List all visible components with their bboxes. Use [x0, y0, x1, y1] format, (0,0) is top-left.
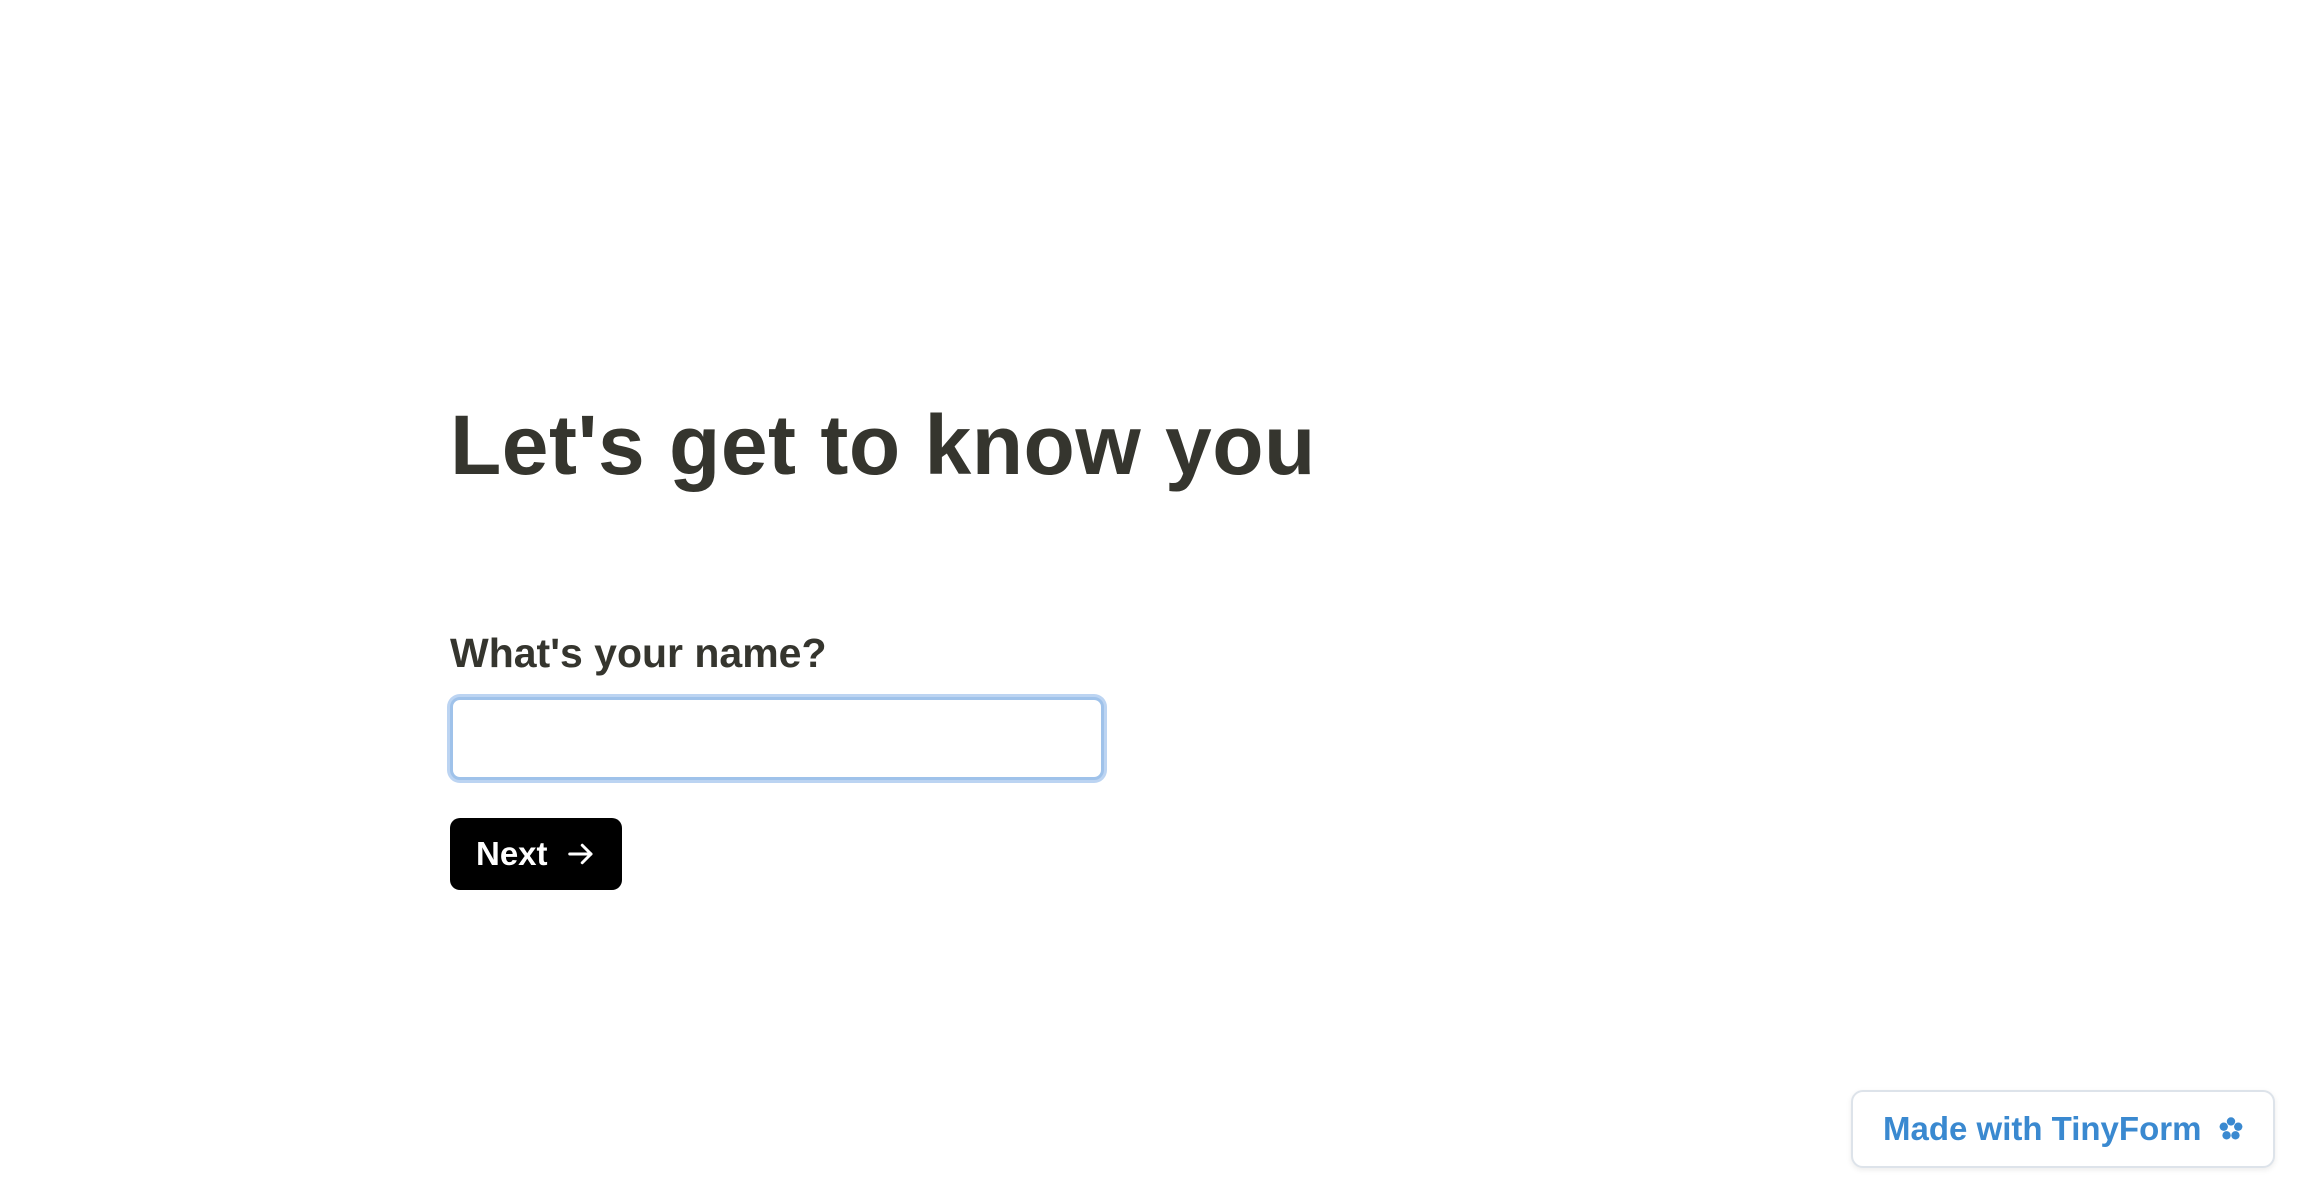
made-with-tinyform-badge[interactable]: Made with TinyForm: [1851, 1090, 2276, 1168]
arrow-right-icon: [567, 843, 593, 865]
badge-label: Made with TinyForm: [1883, 1110, 2202, 1147]
form-container: Let's get to know you What's your name? …: [450, 390, 1550, 890]
name-input[interactable]: [450, 697, 1104, 780]
flower-icon: [2219, 1117, 2243, 1140]
page-title: Let's get to know you: [450, 398, 1316, 492]
next-button-label: Next: [476, 835, 548, 872]
question-label: What's your name?: [450, 630, 827, 676]
next-button[interactable]: Next: [450, 818, 622, 890]
